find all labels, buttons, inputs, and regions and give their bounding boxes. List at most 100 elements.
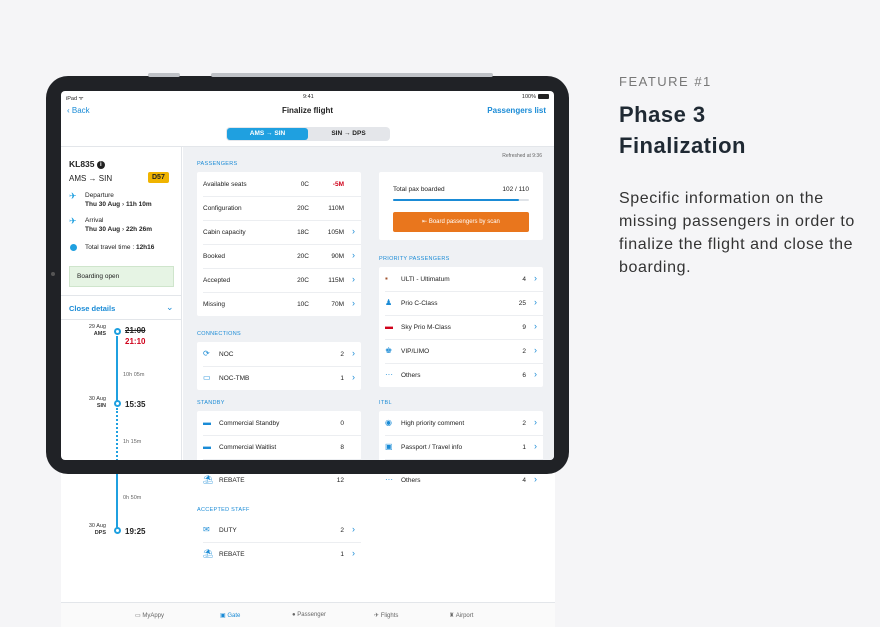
travel-label: Total travel time : [85, 244, 135, 251]
list-row[interactable]: Cabin capacity 18C 105M › [197, 220, 361, 244]
tab-passenger[interactable]: ● Passenger [292, 612, 326, 618]
list-row[interactable]: ··· Others 6 › [379, 363, 543, 387]
connections-section-title: CONNECTIONS [197, 331, 241, 337]
timeline-stop-dot [114, 527, 121, 534]
board-by-scan-button[interactable]: ⇤ Board passengers by scan [393, 212, 529, 232]
duty-icon: ✉ [203, 525, 210, 534]
accepted-staff-section-title: ACCEPTED STAFF [197, 507, 250, 513]
tab-airport[interactable]: ♜ Airport [449, 612, 473, 619]
list-row[interactable]: Available seats 0C -5M [197, 172, 361, 196]
stop-time: 15:35 [125, 400, 146, 409]
passport-travel-info-icon: ▣ [385, 442, 393, 451]
old-time: 21:00 [125, 326, 146, 335]
list-row[interactable]: ♟ Prio C-Class 25 › [379, 291, 543, 315]
stop-airport: AMS [93, 331, 106, 337]
chevron-right-icon[interactable]: › [534, 369, 537, 379]
close-details-button[interactable]: Close details [69, 304, 115, 313]
chevron-right-icon[interactable]: › [534, 474, 537, 484]
boarded-value: 102 / 110 [502, 186, 529, 193]
page-title: Finalize flight [281, 106, 334, 115]
connections-card: ⟳ NOC 2 › ▭ NOC-TMB 1 › [197, 342, 361, 390]
cabin-c-value: 0C [300, 181, 309, 188]
leg-duration: 1h 15m [123, 439, 142, 445]
nav-bar: ‹ Back Finalize flight Passengers list [61, 101, 554, 121]
list-row[interactable]: ♿Seating5› [379, 459, 543, 460]
chevron-right-icon[interactable]: › [534, 321, 537, 331]
list-row[interactable]: ◉ High priority comment 2 › [379, 411, 543, 435]
row-label: High priority comment [401, 420, 465, 427]
chevron-right-icon[interactable]: › [534, 345, 537, 355]
arrival-label: Arrival [85, 217, 104, 224]
list-row[interactable]: ♚ VIP/LIMO 2 › [379, 339, 543, 363]
chevron-right-icon[interactable]: › [352, 298, 355, 308]
chevron-right-icon[interactable]: › [534, 441, 537, 451]
list-row[interactable]: ▭ NOC-TMB 1 › [197, 366, 361, 390]
cabin-m-value: 115M [328, 277, 344, 284]
boarded-card: Total pax boarded 102 / 110 ⇤ Board pass… [379, 172, 543, 240]
cabin-c-value: 18C [297, 229, 309, 236]
passengers-card: Available seats 0C -5M Configuration 20C 110M… [197, 172, 361, 316]
chevron-right-icon[interactable]: › [352, 348, 355, 358]
passengers-list-button[interactable]: Passengers list [487, 106, 546, 115]
timeline-stop-dot [114, 328, 121, 335]
chevron-right-icon[interactable]: › [352, 250, 355, 260]
chevron-right-icon[interactable]: › [352, 548, 355, 558]
row-count: 8 [340, 444, 344, 451]
stop-airport: DPS [94, 530, 106, 536]
list-row[interactable]: ▪ ULTI - Ultimatum 4 › [379, 267, 543, 291]
arrival-date: Thu 30 Aug [85, 226, 121, 233]
chevron-up-icon[interactable]: ⌄ [166, 302, 174, 313]
clock: 9:41 [303, 94, 314, 100]
chevron-right-icon[interactable]: › [352, 524, 355, 534]
list-row[interactable]: ▬ Commercial Waitlist 8 [197, 435, 361, 459]
tab-label: Airport [455, 613, 474, 619]
row-label: REBATE [219, 551, 245, 558]
list-row[interactable]: ▣ Passport / Travel info 1 › [379, 435, 543, 459]
chevron-right-icon[interactable]: › [352, 274, 355, 284]
list-row[interactable]: ▬ Commercial Standby 0 [197, 411, 361, 435]
vip-limo-icon: ♚ [385, 346, 393, 355]
cabin-m-value: 105M [327, 229, 344, 236]
tab-label: Gate [227, 613, 241, 619]
row-count: 2 [340, 351, 344, 358]
tab-myappy[interactable]: ▭ MyAppy [135, 612, 164, 619]
row-label: Sky Prio M-Class [401, 324, 451, 331]
stop-time: 19:25 [125, 527, 146, 536]
chevron-right-icon[interactable]: › [352, 372, 355, 382]
arrival-info: Thu 30 Aug › 22h 26m [85, 226, 152, 233]
list-row[interactable]: Booked 20C 90M › [197, 244, 361, 268]
list-row[interactable]: ▬ Sky Prio M-Class 9 › [379, 315, 543, 339]
travel-time: Total travel time : 12h16 [85, 244, 154, 251]
chevron-right-icon[interactable]: › [534, 297, 537, 307]
stop-day: 30 Aug [88, 396, 106, 402]
segment-sin-dps[interactable]: SIN → DPS [308, 128, 389, 140]
list-row[interactable]: ✉ DUTY 2 › [197, 518, 361, 542]
chevron-right-icon[interactable]: › [534, 417, 537, 427]
list-row[interactable]: ⛱ REBATE 1 › [197, 542, 361, 566]
volume-button [148, 73, 180, 77]
list-row[interactable]: ⟳ NOC 2 › [197, 342, 361, 366]
info-icon[interactable]: i [96, 161, 105, 169]
others-icon: ··· [385, 370, 393, 379]
stop-airport: SIN [96, 403, 106, 409]
list-row[interactable]: Missing 10C 70M › [197, 292, 361, 316]
feature-number: FEATURE #1 [619, 74, 712, 89]
chevron-right-icon[interactable]: › [534, 273, 537, 283]
flight-number: KL835 i [69, 159, 105, 169]
list-row[interactable]: Configuration 20C 110M [197, 196, 361, 220]
list-row[interactable]: Accepted 20C 115M › [197, 268, 361, 292]
standby-section-title: STANDBY [197, 400, 225, 406]
tab-gate[interactable]: ▣ Gate [220, 612, 240, 619]
segment-ams-sin[interactable]: AMS → SIN [227, 128, 308, 140]
row-count: 2 [522, 420, 526, 427]
row-label: ULTI - Ultimatum [401, 276, 450, 283]
row-count: 2 [340, 527, 344, 534]
priority-section-title: PRIORITY PASSENGERS [379, 256, 450, 262]
refreshed-timestamp: Refreshed at 9:36 [502, 153, 542, 159]
title-line: Finalization [619, 133, 746, 158]
chevron-right-icon[interactable]: › [352, 226, 355, 236]
list-row[interactable]: ✉DUTY0 [197, 459, 361, 460]
tab-flights[interactable]: ✈ Flights [374, 612, 398, 619]
others-icon: ··· [385, 475, 393, 484]
gate-icon: ▣ [220, 613, 226, 619]
